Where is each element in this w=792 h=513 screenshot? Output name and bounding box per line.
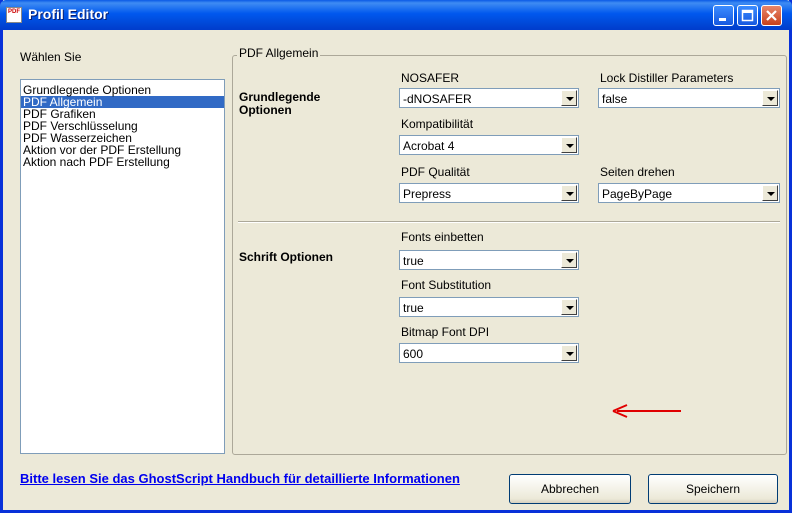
section-label-schrift-optionen: Schrift Optionen (239, 250, 333, 264)
lock-distiller-value: false (602, 92, 628, 106)
fonts-einbetten-combo[interactable]: true (399, 250, 579, 270)
fonts-einbetten-label: Fonts einbetten (401, 230, 484, 244)
window-title: Profil Editor (28, 6, 109, 22)
ghostscript-handbook-link[interactable]: Bitte lesen Sie das GhostScript Handbuch… (20, 471, 495, 487)
close-button[interactable] (761, 5, 782, 26)
lock-distiller-combo[interactable]: false (598, 88, 780, 108)
section-label-grundlegende-optionen: Grundlegende Optionen (239, 90, 321, 117)
maximize-icon (741, 9, 754, 22)
chevron-down-icon[interactable] (561, 299, 577, 315)
chevron-down-icon[interactable] (561, 90, 577, 106)
sidebar-item-aktion-nach[interactable]: Aktion nach PDF Erstellung (21, 156, 224, 168)
chevron-down-icon[interactable] (762, 185, 778, 201)
nosafer-value: -dNOSAFER (403, 92, 472, 106)
pdf-qualitaet-combo[interactable]: Prepress (399, 183, 579, 203)
pdf-qualitaet-label: PDF Qualität (401, 165, 470, 179)
kompatibilitaet-combo[interactable]: Acrobat 4 (399, 135, 579, 155)
seiten-drehen-combo[interactable]: PageByPage (598, 183, 780, 203)
lock-distiller-label: Lock Distiller Parameters (600, 71, 734, 85)
nosafer-label: NOSAFER (401, 71, 460, 85)
close-icon (766, 10, 777, 21)
abbrechen-button[interactable]: Abbrechen (509, 474, 631, 504)
sidebar-label: Wählen Sie (20, 50, 82, 64)
options-listbox[interactable]: Grundlegende Optionen PDF Allgemein PDF … (20, 79, 225, 454)
kompatibilitaet-label: Kompatibilität (401, 117, 474, 131)
pdf-app-icon: PDF (6, 7, 22, 23)
section-divider (238, 221, 780, 223)
seiten-drehen-label: Seiten drehen (600, 165, 675, 179)
font-substitution-value: true (403, 301, 424, 315)
chevron-down-icon[interactable] (561, 252, 577, 268)
groupbox-title: PDF Allgemein (237, 46, 321, 60)
profil-editor-window: PDF Profil Editor Wählen Sie Grundlegend… (0, 0, 792, 513)
chevron-down-icon[interactable] (561, 185, 577, 201)
title-bar[interactable]: PDF Profil Editor (0, 0, 792, 30)
chevron-down-icon[interactable] (762, 90, 778, 106)
nosafer-combo[interactable]: -dNOSAFER (399, 88, 579, 108)
red-arrow-annotation (612, 404, 681, 418)
bitmap-font-dpi-label: Bitmap Font DPI (401, 325, 490, 339)
seiten-drehen-value: PageByPage (602, 187, 673, 201)
pdf-qualitaet-value: Prepress (403, 187, 452, 201)
speichern-button[interactable]: Speichern (648, 474, 778, 504)
font-substitution-combo[interactable]: true (399, 297, 579, 317)
chevron-down-icon[interactable] (561, 345, 577, 361)
chevron-down-icon[interactable] (561, 137, 577, 153)
bitmap-font-dpi-combo[interactable]: 600 (399, 343, 579, 363)
maximize-button[interactable] (737, 5, 758, 26)
bitmap-font-dpi-value: 600 (403, 347, 424, 361)
kompatibilitaet-value: Acrobat 4 (403, 139, 455, 153)
font-substitution-label: Font Substitution (401, 278, 492, 292)
minimize-button[interactable] (713, 5, 734, 26)
minimize-icon (719, 18, 726, 21)
fonts-einbetten-value: true (403, 254, 424, 268)
